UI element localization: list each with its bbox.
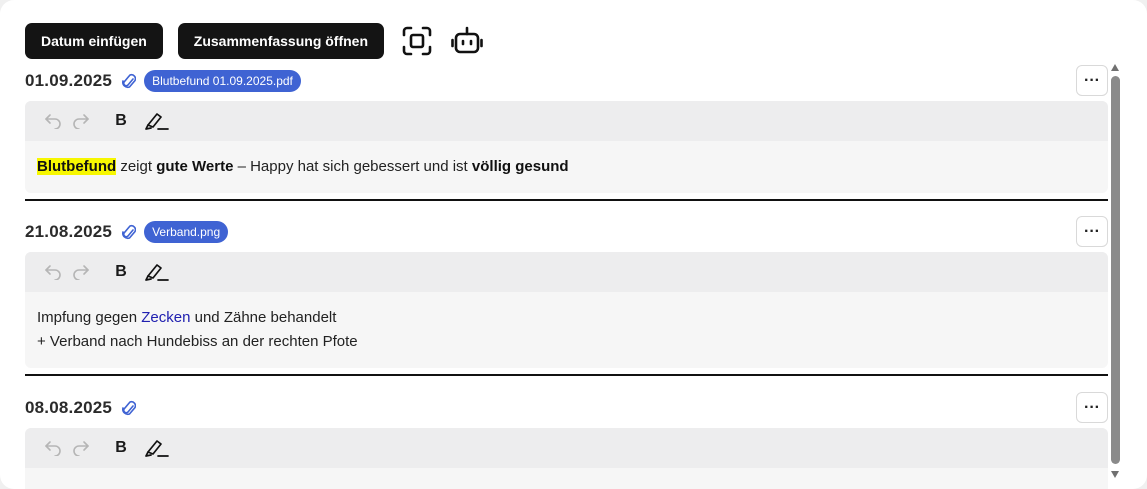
entries-list[interactable]: 01.09.2025 Blutbefund 01.09.2025.pdf ··· (0, 62, 1108, 489)
ellipsis-icon: ··· (1084, 71, 1100, 89)
more-options-button[interactable]: ··· (1076, 392, 1108, 423)
editor-toolbar: B (25, 101, 1108, 141)
entry-header: 21.08.2025 Verband.png ··· (25, 213, 1108, 251)
entry-divider (25, 374, 1108, 376)
notes-panel: Datum einfügen Zusammenfassung öffnen 01… (0, 0, 1147, 489)
attachment-tag[interactable]: Blutbefund 01.09.2025.pdf (144, 70, 301, 92)
paperclip-icon[interactable] (122, 399, 137, 417)
highlighted-text: Blutbefund (37, 158, 117, 175)
bold-text: gute Werte (156, 158, 234, 175)
bold-button[interactable]: B (107, 434, 135, 462)
undo-icon[interactable] (39, 434, 67, 462)
editor-toolbar: B (25, 252, 1108, 292)
entry-header: 01.09.2025 Blutbefund 01.09.2025.pdf ··· (25, 62, 1108, 100)
note-text[interactable]: Impfung gegen Zecken und Zähne behandelt… (25, 292, 1108, 368)
note-text[interactable] (25, 468, 1108, 489)
insert-date-button[interactable]: Datum einfügen (25, 23, 163, 59)
note-editor: B Blutbefund zeigt gute Werte – Happy ha… (25, 101, 1108, 193)
scan-frame-icon[interactable] (399, 23, 435, 59)
note-text[interactable]: Blutbefund zeigt gute Werte – Happy hat … (25, 141, 1108, 193)
link-text[interactable]: Zecken (141, 309, 190, 326)
top-toolbar: Datum einfügen Zusammenfassung öffnen (25, 23, 499, 59)
editor-toolbar: B (25, 428, 1108, 468)
redo-icon[interactable] (67, 107, 95, 135)
entry-divider (25, 199, 1108, 201)
more-options-button[interactable]: ··· (1076, 216, 1108, 247)
paperclip-icon[interactable] (122, 223, 137, 241)
vertical-scrollbar[interactable] (1108, 62, 1122, 478)
entry-item: 01.09.2025 Blutbefund 01.09.2025.pdf ··· (25, 62, 1108, 193)
entry-date: 08.08.2025 (25, 398, 113, 417)
note-editor: B Impfung gegen Zecken und Zähne behande… (25, 252, 1108, 368)
text-line: Impfung gegen Zecken und Zähne behandelt (37, 306, 1096, 330)
open-summary-button[interactable]: Zusammenfassung öffnen (177, 23, 385, 59)
scroll-down-arrow-icon[interactable] (1111, 471, 1119, 478)
text-span: Impfung gegen (37, 309, 142, 326)
entry-header: 08.08.2025 ··· (25, 389, 1108, 427)
text-line: + Verband nach Hundebiss an der rechten … (37, 333, 358, 350)
highlighter-icon[interactable] (143, 434, 171, 462)
undo-icon[interactable] (39, 107, 67, 135)
bold-text: völlig gesund (471, 158, 569, 175)
redo-icon[interactable] (67, 258, 95, 286)
text-span: zeigt (116, 158, 157, 175)
paperclip-icon[interactable] (122, 72, 137, 90)
ellipsis-icon: ··· (1084, 222, 1100, 240)
more-options-button[interactable]: ··· (1076, 65, 1108, 96)
highlighter-icon[interactable] (143, 258, 171, 286)
note-editor: B (25, 428, 1108, 489)
undo-icon[interactable] (39, 258, 67, 286)
entry-item: 21.08.2025 Verband.png ··· B Impfung geg… (25, 213, 1108, 368)
text-span: und Zähne behandelt (190, 309, 337, 326)
bold-button[interactable]: B (107, 258, 135, 286)
entry-date: 01.09.2025 (25, 71, 113, 90)
redo-icon[interactable] (67, 434, 95, 462)
highlighter-icon[interactable] (143, 107, 171, 135)
entry-item: 08.08.2025 ··· B (25, 389, 1108, 489)
robot-icon[interactable] (449, 23, 485, 59)
bold-button[interactable]: B (107, 107, 135, 135)
entry-date: 21.08.2025 (25, 222, 113, 241)
attachment-tag[interactable]: Verband.png (144, 221, 229, 243)
scrollbar-thumb[interactable] (1111, 76, 1120, 464)
ellipsis-icon: ··· (1084, 398, 1100, 416)
text-span: – Happy hat sich gebessert und ist (233, 158, 472, 175)
scroll-up-arrow-icon[interactable] (1111, 64, 1119, 71)
